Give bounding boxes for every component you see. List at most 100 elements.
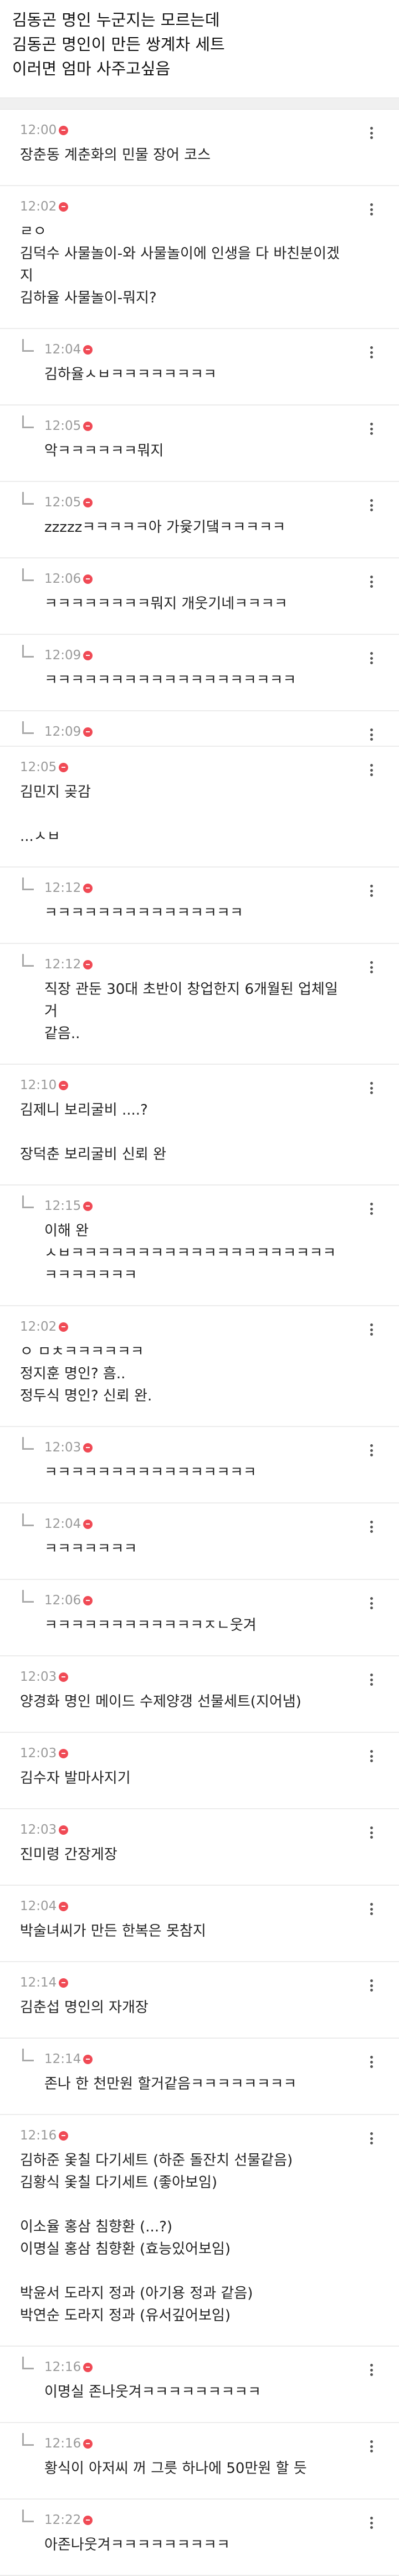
post-line: 이러면 엄마 사주고싶음 — [12, 59, 171, 78]
more-options-icon[interactable] — [364, 1519, 379, 1535]
more-options-icon[interactable] — [364, 1201, 379, 1217]
more-options-icon[interactable] — [364, 727, 379, 742]
more-dot — [370, 1323, 373, 1326]
more-dot — [370, 1086, 373, 1090]
comment-text-line: 박윤서 도라지 정과 (아기용 정과 같음) — [20, 2285, 253, 2302]
more-dot — [370, 2364, 373, 2367]
blocked-badge-icon — [83, 345, 93, 355]
blocked-badge-icon — [59, 1080, 69, 1090]
comment-text-line: 이해 완 — [44, 1223, 89, 1239]
reply-item: 12:14 존나 한 천만원 할거같음ㅋㅋㅋㅋㅋㅋㅋㅋ — [0, 2039, 399, 2115]
more-dot — [370, 1082, 373, 1085]
blocked-badge-icon — [83, 1519, 93, 1529]
more-options-icon[interactable] — [364, 1080, 379, 1096]
comment-time: 12:14 — [44, 2052, 81, 2066]
more-dot — [370, 2132, 373, 2135]
blocked-badge-icon — [59, 1672, 69, 1682]
more-options-icon[interactable] — [364, 883, 379, 899]
more-dot — [370, 1203, 373, 1205]
reply-item: 12:05 zzzzzㅋㅋㅋㅋㅋ아 가윷기댘ㅋㅋㅋㅋㅋ — [0, 482, 399, 558]
more-options-icon[interactable] — [364, 1322, 379, 1337]
more-dot — [370, 1444, 373, 1447]
comment-text-line: 진미령 간장게장 — [20, 1846, 117, 1863]
comment-time: 12:16 — [20, 2128, 57, 2143]
more-dot — [370, 661, 373, 664]
comment-text-line: 아존나웃겨ㅋㅋㅋㅋㅋㅋㅋㅋㅋ — [44, 2537, 230, 2553]
more-options-icon[interactable] — [364, 2439, 379, 2454]
comment-text-line: 양경화 명인 메이드 수제양갱 선물세트(지어냄) — [20, 1694, 301, 1710]
comment-text-line: 김춘섭 명인의 자개장 — [20, 1999, 149, 2016]
more-dot — [370, 131, 373, 135]
comment-text: 이해 완 ㅅㅂㅋㅋㅋㅋㅋㅋㅋㅋㅋㅋㅋㅋㅋㅋㅋㅋㅋㅋㅋㅋ ㅋㅋㅋㅋㅋㅋㅋ — [44, 1220, 349, 1286]
reply-item: 12:06 ㅋㅋㅋㅋㅋㅋㅋㅋㅋㅋㅋㅋㅈㄴ웃겨 — [0, 1580, 399, 1656]
more-options-icon[interactable] — [364, 2054, 379, 2070]
comment-text-line: ㅇ ㅁㅊㅋㅋㅋㅋㅋㅋ — [20, 1343, 144, 1360]
comment-text-line: zzzzzㅋㅋㅋㅋㅋ아 가윷기댘ㅋㅋㅋㅋㅋ — [44, 519, 286, 536]
comment-meta: 12:05 — [44, 493, 349, 512]
reply-arrow-icon — [22, 2049, 34, 2061]
blocked-badge-icon — [83, 497, 93, 507]
more-options-icon[interactable] — [364, 2131, 379, 2146]
more-options-icon[interactable] — [364, 421, 379, 437]
comment-meta: 12:09 — [44, 646, 349, 665]
comment-text-line: ㅅㅂㅋㅋㅋㅋㅋㅋㅋㅋㅋㅋㅋㅋㅋㅋㅋㅋㅋㅋㅋㅋ — [44, 1245, 336, 1261]
comment-text: 박술녀씨가 만든 한복은 못참지 — [20, 1920, 349, 1942]
more-options-icon[interactable] — [364, 1595, 379, 1611]
comment-meta: 12:03 — [44, 1438, 349, 1457]
more-dot — [370, 2137, 373, 2140]
more-dot — [370, 2060, 373, 2064]
more-dot — [370, 1836, 373, 1839]
more-dot — [370, 1984, 373, 1987]
more-dot — [370, 961, 373, 964]
more-dot — [370, 1903, 373, 1906]
comment-text-line: 김민지 곶감 — [20, 784, 91, 800]
more-options-icon[interactable] — [364, 497, 379, 513]
comment-time: 12:04 — [20, 1899, 57, 1913]
comment-meta: 12:22 — [44, 2511, 349, 2529]
blocked-badge-icon — [83, 1443, 93, 1453]
more-options-icon[interactable] — [364, 1978, 379, 1993]
more-options-icon[interactable] — [364, 574, 379, 589]
more-options-icon[interactable] — [364, 1748, 379, 1764]
more-options-icon[interactable] — [364, 2515, 379, 2531]
more-dot — [370, 1678, 373, 1681]
blocked-badge-icon — [83, 883, 93, 893]
more-options-icon[interactable] — [364, 202, 379, 217]
comment-text-line: ㅋㅋㅋㅋㅋㅋㅋㅋㅋㅋㅋㅋㅋㅋㅋㅋㅋㅋㅋ — [44, 672, 296, 689]
more-options-icon[interactable] — [364, 959, 379, 975]
comment-text-line: 김제니 보리굴비 ....? — [20, 1102, 148, 1118]
reply-arrow-icon — [22, 2433, 34, 2446]
comment-meta: 12:02 — [20, 1317, 349, 1336]
comment-item: 12:02 ㄹㅇ 김덕수 사물놀이-와 사물놀이에 인생을 다 바친분이겠지 김하율 … — [0, 186, 399, 329]
more-dot — [370, 1212, 373, 1215]
comment-time: 12:22 — [44, 2513, 81, 2527]
comment-meta: 12:05 — [44, 417, 349, 435]
comment-time: 12:04 — [44, 1517, 81, 1531]
more-options-icon[interactable] — [364, 2362, 379, 2378]
comment-time: 12:03 — [20, 1746, 57, 1761]
more-options-icon[interactable] — [364, 1443, 379, 1458]
reply-item: 12:09 — [0, 711, 399, 747]
more-options-icon[interactable] — [364, 762, 379, 778]
more-options-icon[interactable] — [364, 1672, 379, 1687]
reply-item: 12:05 악ㅋㅋㅋㅋㅋㅋ뭐지 — [0, 406, 399, 482]
comment-meta: 12:06 — [44, 1591, 349, 1610]
reply-item: 12:04 김하율ㅅㅂㅋㅋㅋㅋㅋㅋㅋㅋ — [0, 329, 399, 406]
reply-item: 12:16 황식이 아저씨 꺼 그릇 하나에 50만원 할 듯 — [0, 2423, 399, 2500]
more-dot — [370, 1979, 373, 1982]
comment-text: 김민지 곶감 ...ㅅㅂ — [20, 781, 349, 848]
reply-arrow-icon — [22, 1590, 34, 1603]
blocked-badge-icon — [59, 125, 69, 135]
blocked-badge-icon — [59, 202, 69, 212]
more-options-icon[interactable] — [364, 1825, 379, 1840]
more-options-icon[interactable] — [364, 650, 379, 666]
comment-text: ㄹㅇ 김덕수 사물놀이-와 사물놀이에 인생을 다 바친분이겠지 김하율 사물놀이-… — [20, 220, 349, 309]
blocked-badge-icon — [83, 2515, 93, 2525]
more-dot — [370, 351, 373, 354]
more-options-icon[interactable] — [364, 1901, 379, 1917]
more-options-icon[interactable] — [364, 125, 379, 141]
more-options-icon[interactable] — [364, 345, 379, 360]
more-dot — [370, 580, 373, 583]
comment-meta: 12:10 — [20, 1076, 349, 1095]
more-dot — [370, 1328, 373, 1331]
